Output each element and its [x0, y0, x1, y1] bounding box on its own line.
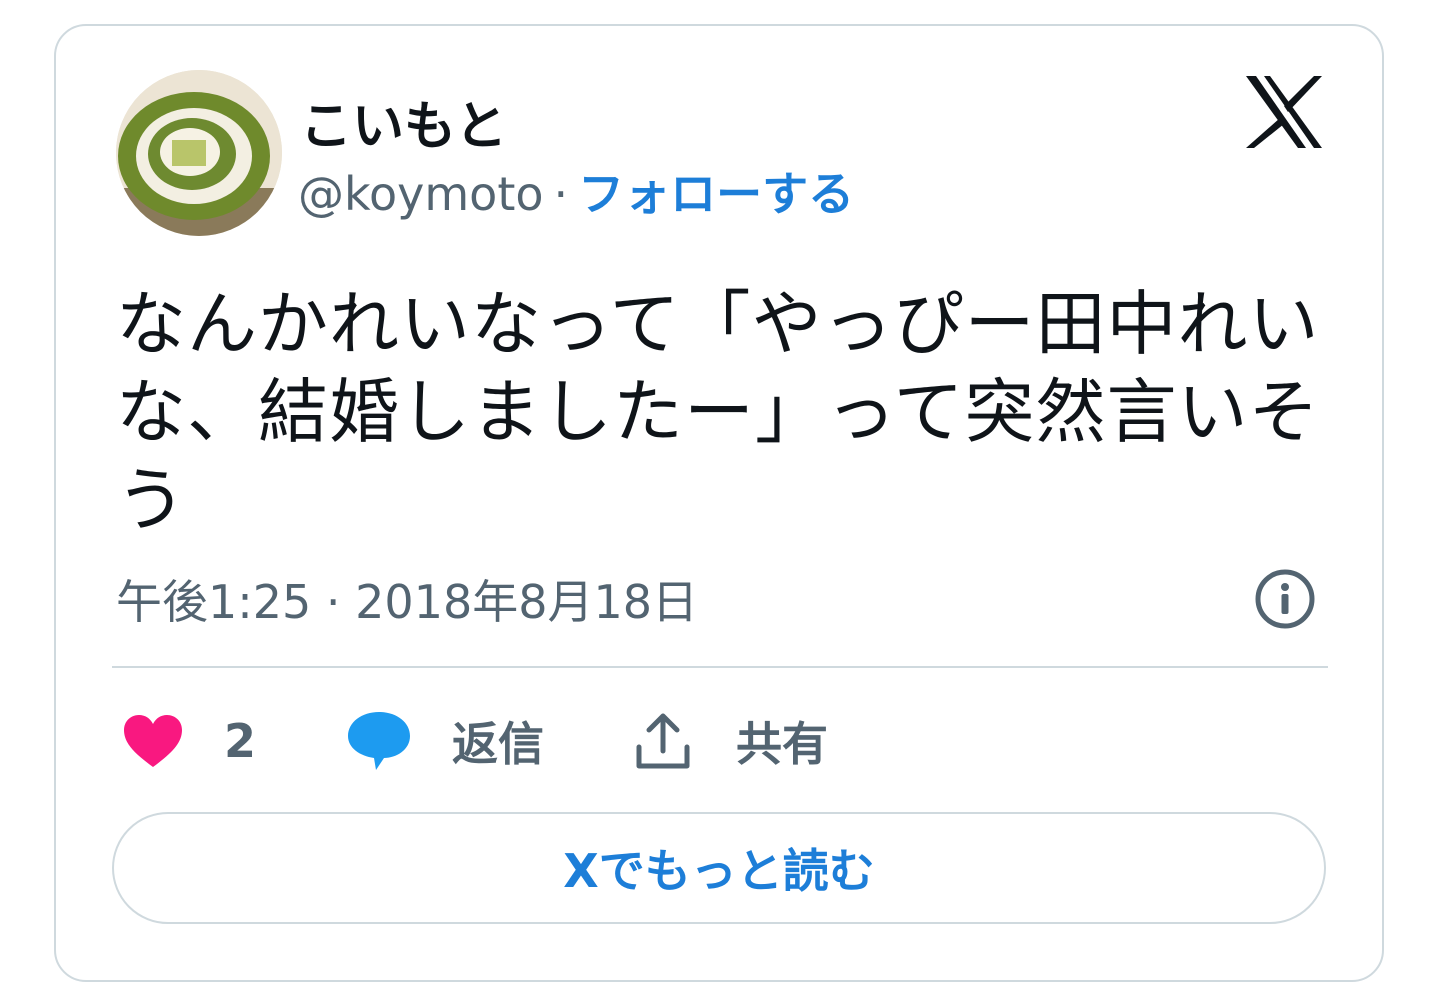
- tweet-timestamp[interactable]: 午後1:25 · 2018年8月18日: [116, 566, 698, 632]
- x-logo-icon[interactable]: [1244, 72, 1324, 152]
- reply-button[interactable]: 返信: [346, 708, 544, 774]
- info-icon[interactable]: [1254, 568, 1316, 630]
- handle-row: @koymoto · フォローする: [298, 158, 854, 224]
- separator-dot: ·: [553, 167, 569, 221]
- share-label: 共有: [736, 717, 828, 771]
- avatar[interactable]: [116, 70, 282, 236]
- heart-icon: [124, 715, 182, 767]
- share-icon: [636, 713, 690, 769]
- reply-bubble-icon: [348, 712, 410, 770]
- tweet-text: なんかれいなって「やっぴー田中れいな、結婚しましたー」って突然言いそう: [116, 283, 1320, 541]
- like-count: 2: [224, 714, 257, 768]
- display-name[interactable]: こいもと: [300, 84, 507, 159]
- reply-label: 返信: [452, 717, 544, 771]
- divider: [112, 666, 1328, 668]
- share-button[interactable]: 共有: [634, 708, 828, 774]
- user-handle[interactable]: @koymoto: [298, 167, 544, 221]
- follow-button[interactable]: フォローする: [578, 158, 854, 224]
- like-button[interactable]: 2: [122, 708, 256, 774]
- read-more-button[interactable]: Xでもっと読む: [112, 812, 1326, 924]
